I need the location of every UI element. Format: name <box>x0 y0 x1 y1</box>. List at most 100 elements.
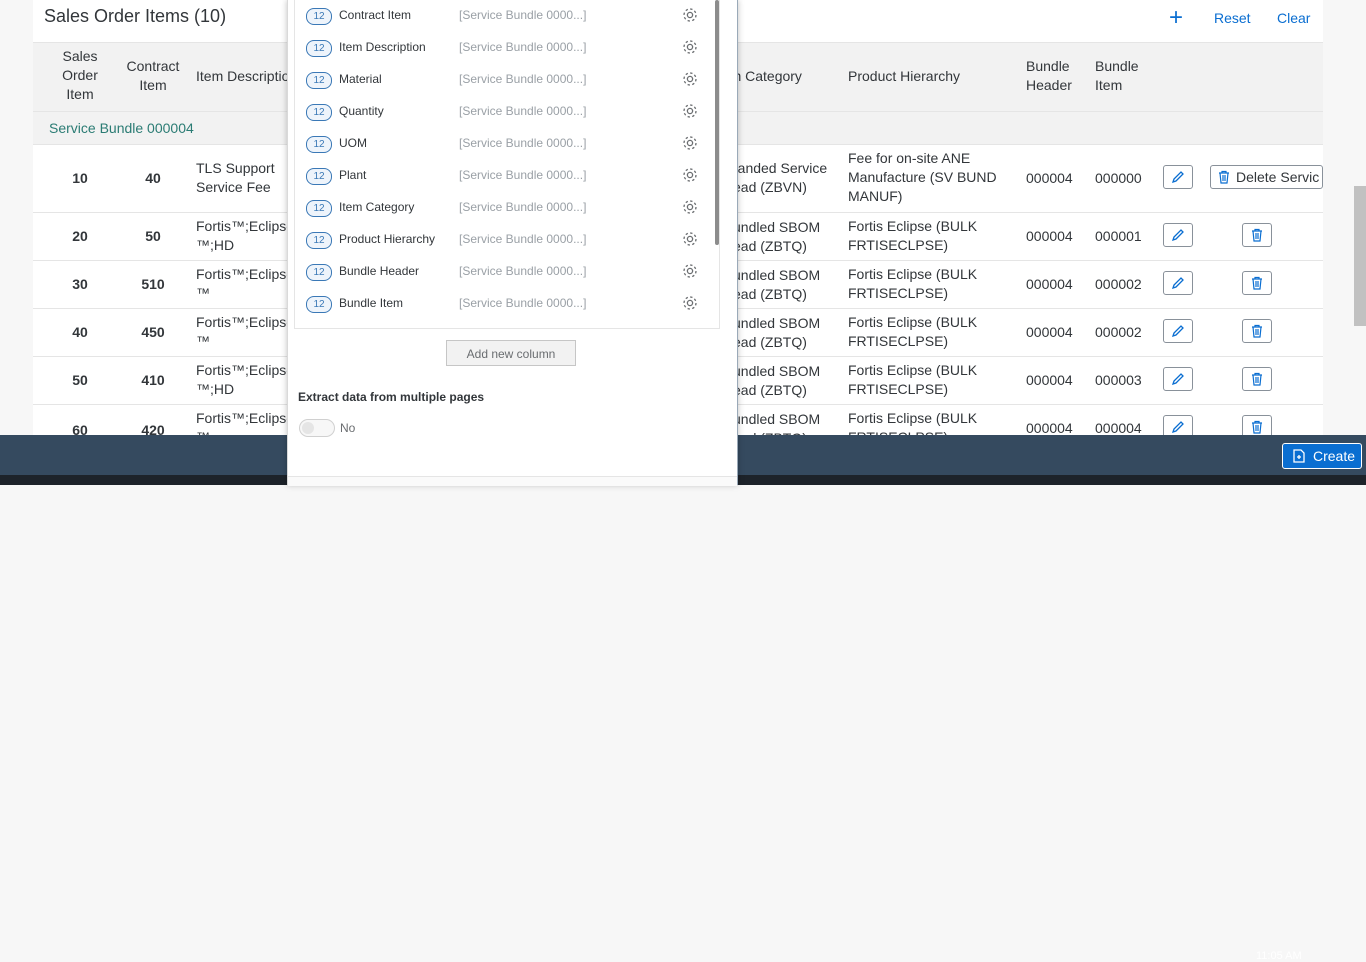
item-category-cell: undled SBOM ead (ZBTQ) <box>733 267 821 302</box>
column-name: Item Category <box>339 200 415 214</box>
trash-icon <box>1252 276 1262 290</box>
product-hierarchy-cell: Fortis Eclipse (BULK FRTISECLPSE) <box>848 410 978 435</box>
product-hierarchy-cell: Fortis Eclipse (BULK FRTISECLPSE) <box>848 266 978 301</box>
pencil-icon <box>1171 325 1184 338</box>
sales-order-item-cell: 20 <box>72 228 88 244</box>
header-bundle-item[interactable]: Bundle Item <box>1095 57 1145 95</box>
edit-button[interactable] <box>1163 165 1193 189</box>
column-row-product-hierarchy[interactable]: 12 Product Hierarchy [Service Bundle 000… <box>295 224 719 256</box>
edit-button[interactable] <box>1163 271 1193 295</box>
extract-multiple-pages-label: Extract data from multiple pages <box>298 390 485 404</box>
edit-button[interactable] <box>1163 319 1193 343</box>
trash-icon <box>1252 420 1262 434</box>
pencil-icon <box>1171 277 1184 290</box>
gear-icon[interactable] <box>681 294 699 312</box>
gear-icon[interactable] <box>681 198 699 216</box>
bundle-item-cell: 000000 <box>1095 170 1142 186</box>
bundle-item-cell: 000001 <box>1095 228 1142 244</box>
type-badge: 12 <box>306 8 332 25</box>
clear-button[interactable]: Clear <box>1277 10 1310 26</box>
gear-icon[interactable] <box>681 166 699 184</box>
gear-icon[interactable] <box>681 262 699 280</box>
delete-button[interactable] <box>1242 271 1272 295</box>
delete-button[interactable] <box>1242 223 1272 247</box>
header-contract-item[interactable]: Contract Item <box>125 57 181 95</box>
product-hierarchy-cell: Fee for on-site ANE Manufacture (SV BUND… <box>848 150 997 204</box>
column-row-bundle-item[interactable]: 12 Bundle Item [Service Bundle 0000...] <box>295 288 719 320</box>
column-source: [Service Bundle 0000...] <box>459 264 587 278</box>
column-source: [Service Bundle 0000...] <box>459 72 587 86</box>
page-scrollbar[interactable] <box>1354 186 1366 326</box>
extract-pages-toggle[interactable] <box>299 419 335 437</box>
gear-icon[interactable] <box>681 230 699 248</box>
reset-button[interactable]: Reset <box>1214 10 1251 26</box>
pencil-icon <box>1171 229 1184 242</box>
header-bundle-header[interactable]: Bundle Header <box>1026 57 1076 95</box>
bundle-item-cell: 000002 <box>1095 276 1142 292</box>
contract-item-cell: 450 <box>141 324 165 340</box>
item-category-cell: randed Service ead (ZBVN) <box>733 160 828 195</box>
product-hierarchy-cell: Fortis Eclipse (BULK FRTISECLPSE) <box>848 362 978 397</box>
edit-button[interactable] <box>1163 223 1193 247</box>
edit-button[interactable] <box>1163 415 1193 435</box>
group-label: Service Bundle 000004 <box>49 120 194 136</box>
column-row-uom[interactable]: 12 UOM [Service Bundle 0000...] <box>295 128 719 160</box>
column-row-quantity[interactable]: 12 Quantity [Service Bundle 0000...] <box>295 96 719 128</box>
column-name: Contract Item <box>339 8 412 22</box>
column-row-material[interactable]: 12 Material [Service Bundle 0000...] <box>295 64 719 96</box>
table-title: Sales Order Items (10) <box>44 6 227 26</box>
bundle-item-cell: 000003 <box>1095 372 1142 388</box>
bundle-item-cell: 000002 <box>1095 324 1142 340</box>
header-sales-order-item[interactable]: Sales Order Item <box>50 47 110 104</box>
scrollbar-thumb[interactable] <box>715 0 719 245</box>
pencil-icon <box>1171 373 1184 386</box>
add-item-button[interactable]: + <box>1169 4 1183 32</box>
item-description-cell: Fortis™;Eclipse ™ <box>196 410 295 435</box>
column-row-item-description[interactable]: 12 Item Description [Service Bundle 0000… <box>295 32 719 64</box>
column-source: [Service Bundle 0000...] <box>459 136 587 150</box>
item-category-cell: undled SBOM ead (ZBTQ) <box>733 219 821 254</box>
gear-icon[interactable] <box>681 134 699 152</box>
column-name: UOM <box>339 136 367 150</box>
item-category-cell: undled SBOM ead (ZBTQ) <box>733 315 821 350</box>
delete-button[interactable] <box>1242 367 1272 391</box>
document-create-icon <box>1293 449 1305 463</box>
gear-icon[interactable] <box>681 102 699 120</box>
item-category-cell: undled SBOM ead (ZBTQ) <box>733 363 821 398</box>
trash-icon <box>1252 324 1262 338</box>
sales-order-item-cell: 40 <box>72 324 88 340</box>
gear-icon[interactable] <box>681 38 699 56</box>
contract-item-cell: 510 <box>141 276 165 292</box>
contract-item-cell: 50 <box>145 228 161 244</box>
column-name: Bundle Header <box>339 264 420 278</box>
type-badge: 12 <box>306 104 332 121</box>
column-name: Bundle Item <box>339 296 404 310</box>
column-row-plant[interactable]: 12 Plant [Service Bundle 0000...] <box>295 160 719 192</box>
add-new-column-button[interactable]: Add new column <box>446 340 576 366</box>
column-row-item-category[interactable]: 12 Item Category [Service Bundle 0000...… <box>295 192 719 224</box>
item-description-cell: Fortis™;Eclipse ™;HD <box>196 362 295 397</box>
column-name: Plant <box>339 168 367 182</box>
column-row-contract-item[interactable]: 12 Contract Item [Service Bundle 0000...… <box>295 0 719 32</box>
header-product-hierarchy[interactable]: Product Hierarchy <box>848 67 960 86</box>
contract-item-cell: 410 <box>141 372 165 388</box>
item-description-cell: TLS Support Service Fee <box>196 160 275 195</box>
bundle-header-cell: 000004 <box>1026 170 1073 186</box>
edit-button[interactable] <box>1163 367 1193 391</box>
create-button[interactable]: Create <box>1282 443 1362 469</box>
delete-button[interactable] <box>1242 319 1272 343</box>
column-name: Quantity <box>339 104 384 118</box>
gear-icon[interactable] <box>681 70 699 88</box>
type-badge: 12 <box>306 72 332 89</box>
column-row-bundle-header[interactable]: 12 Bundle Header [Service Bundle 0000...… <box>295 256 719 288</box>
type-badge: 12 <box>306 232 332 249</box>
column-config-dialog: 12 Contract Item [Service Bundle 0000...… <box>287 0 738 486</box>
gear-icon[interactable] <box>681 6 699 24</box>
delete-button[interactable] <box>1242 415 1272 435</box>
column-source: [Service Bundle 0000...] <box>459 8 587 22</box>
column-list-scrollbar[interactable] <box>715 0 719 322</box>
bundle-item-cell: 000004 <box>1095 420 1142 435</box>
header-item-description[interactable]: Item Description <box>196 67 297 86</box>
delete-service-button[interactable]: Delete Servic <box>1210 165 1323 189</box>
product-hierarchy-cell: Fortis Eclipse (BULK FRTISECLPSE) <box>848 218 978 253</box>
